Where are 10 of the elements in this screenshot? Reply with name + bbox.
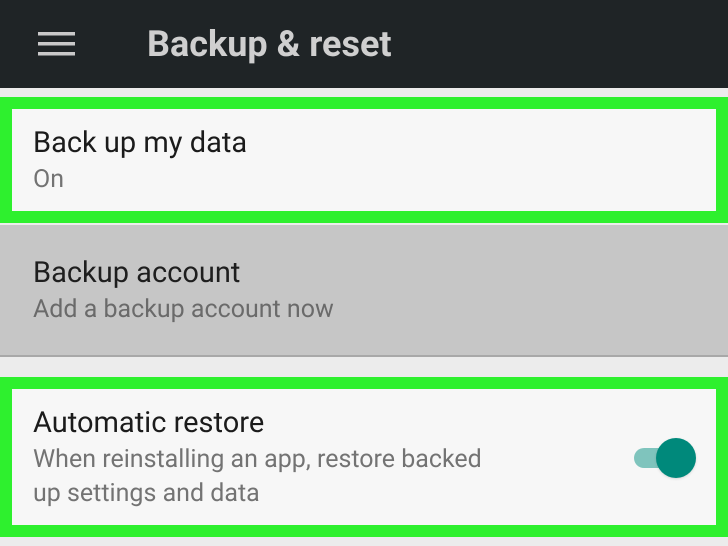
setting-summary: When reinstalling an app, restore backed up settings and data bbox=[33, 444, 483, 510]
setting-summary: Add a backup account now bbox=[33, 294, 335, 326]
setting-title: Back up my data bbox=[33, 125, 248, 162]
setting-title: Automatic restore bbox=[33, 405, 266, 442]
setting-title: Backup account bbox=[33, 255, 242, 292]
setting-row[interactable]: Back up my data On bbox=[0, 97, 728, 223]
screen-title: Backup & reset bbox=[147, 22, 392, 67]
setting-row[interactable]: Automatic restore When reinstalling an app, restore backed up settings and data bbox=[0, 377, 728, 537]
setting-summary: On bbox=[33, 164, 66, 196]
menu-icon[interactable] bbox=[38, 32, 75, 56]
